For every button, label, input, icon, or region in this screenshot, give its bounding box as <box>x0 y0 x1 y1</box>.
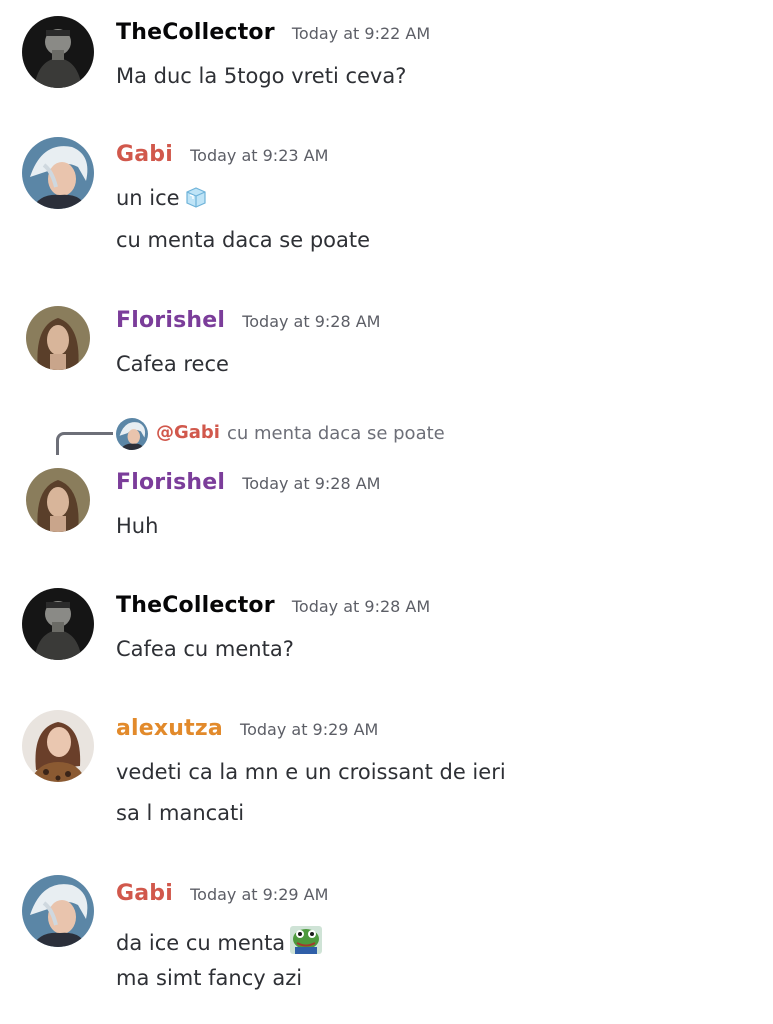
message-header: alexutza Today at 9:29 AM <box>116 716 378 741</box>
message-text: sa l mancati <box>116 801 245 825</box>
timestamp: Today at 9:22 AM <box>291 24 431 43</box>
timestamp: Today at 9:29 AM <box>190 885 329 904</box>
username[interactable]: TheCollector <box>116 20 275 45</box>
message-header: Florishel Today at 9:28 AM <box>116 470 380 495</box>
username[interactable]: TheCollector <box>116 593 275 618</box>
message-text: cu menta daca se poate <box>116 228 371 252</box>
avatar[interactable] <box>22 137 94 209</box>
timestamp: Today at 9:29 AM <box>240 720 379 739</box>
message-text: Cafea rece <box>116 352 229 376</box>
reply-author-mention[interactable]: @Gabi <box>156 422 220 443</box>
message-text: vedeti ca la mn e un croissant de ieri <box>116 760 506 784</box>
avatar[interactable] <box>26 306 90 370</box>
avatar[interactable] <box>26 468 90 532</box>
avatar[interactable] <box>22 875 94 947</box>
username[interactable]: Gabi <box>116 881 173 906</box>
timestamp: Today at 9:23 AM <box>190 146 329 165</box>
username[interactable]: Gabi <box>116 142 173 167</box>
message-header: Florishel Today at 9:28 AM <box>116 308 380 333</box>
message-text-content: da ice cu menta <box>116 931 286 955</box>
timestamp: Today at 9:28 AM <box>242 474 381 493</box>
message-header: Gabi Today at 9:29 AM <box>116 881 328 906</box>
username[interactable]: alexutza <box>116 716 223 741</box>
ice-cube-emoji[interactable] <box>184 186 208 208</box>
message-header: Gabi Today at 9:23 AM <box>116 142 328 167</box>
timestamp: Today at 9:28 AM <box>291 597 431 616</box>
message-text: Ma duc la 5togo vreti ceva? <box>116 64 407 88</box>
message-text: ma simt fancy azi <box>116 966 303 990</box>
message-text: Cafea cu menta? <box>116 637 294 661</box>
chat-message-list: TheCollector Today at 9:22 AM Ma duc la … <box>0 0 773 1024</box>
reply-connector <box>56 432 113 455</box>
frog-emoji[interactable] <box>289 925 323 955</box>
reply-reference[interactable]: @Gabi cu menta daca se poate <box>0 416 773 456</box>
username[interactable]: Florishel <box>116 308 225 333</box>
avatar[interactable] <box>22 588 94 660</box>
message-text: da ice cu menta <box>116 925 323 955</box>
avatar[interactable] <box>22 16 94 88</box>
reply-avatar <box>116 418 148 450</box>
message-text: Huh <box>116 514 159 538</box>
reply-preview-text[interactable]: cu menta daca se poate <box>227 423 445 444</box>
message-text: un ice <box>116 186 208 210</box>
timestamp: Today at 9:28 AM <box>242 312 381 331</box>
message-header: TheCollector Today at 9:22 AM <box>116 20 430 45</box>
avatar[interactable] <box>22 710 94 782</box>
username[interactable]: Florishel <box>116 470 225 495</box>
message-text-content: un ice <box>116 186 180 210</box>
message-header: TheCollector Today at 9:28 AM <box>116 593 430 618</box>
